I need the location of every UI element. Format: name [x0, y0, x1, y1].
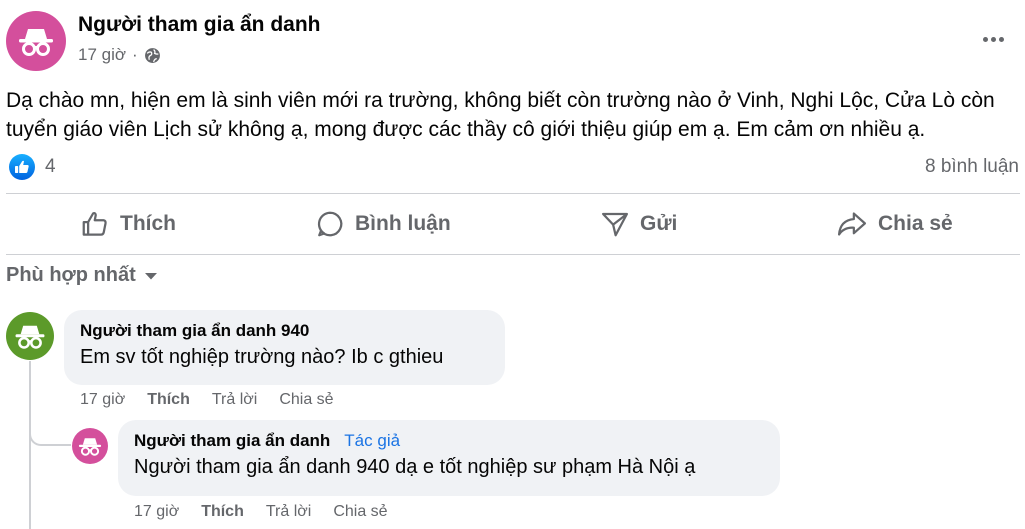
like-label: Thích: [120, 212, 176, 235]
send-label: Gửi: [640, 212, 678, 235]
reaction-count: 4: [45, 156, 56, 177]
comment-reply-button[interactable]: Trả lời: [212, 391, 257, 409]
globe-icon[interactable]: [144, 47, 161, 64]
share-button[interactable]: Chia sẻ: [836, 205, 953, 243]
thumbs-up-icon: [82, 212, 107, 236]
share-icon: [837, 212, 867, 236]
send-icon: [602, 212, 628, 237]
reply-author-line: Người tham gia ẩn danh Tác giả: [134, 431, 764, 451]
reply-like-button[interactable]: Thích: [201, 503, 244, 521]
comment-avatar[interactable]: [6, 312, 54, 360]
anonymous-incognito-icon: [15, 325, 45, 349]
send-button[interactable]: Gửi: [600, 205, 677, 243]
comment-time[interactable]: 17 giờ: [80, 391, 125, 409]
comment-actions: 17 giờ Thích Trả lời Chia sẻ: [80, 391, 334, 409]
more-options-icon[interactable]: [976, 26, 1010, 52]
comment-share-button[interactable]: Chia sẻ: [279, 391, 333, 409]
comment-icon: [317, 211, 343, 237]
comment-like-button[interactable]: Thích: [147, 391, 190, 409]
thread-line: [29, 361, 31, 529]
reply-reply-button[interactable]: Trả lời: [266, 503, 311, 521]
reply-share-button[interactable]: Chia sẻ: [333, 503, 387, 521]
post-meta: 17 giờ ·: [78, 45, 161, 65]
like-reaction-icon: [9, 154, 35, 180]
post-time[interactable]: 17 giờ: [78, 45, 126, 65]
comment-author[interactable]: Người tham gia ẩn danh 940: [80, 321, 489, 341]
caret-down-icon: [144, 272, 157, 279]
post-author-avatar[interactable]: [6, 11, 66, 71]
post-body-text: Dạ chào mn, hiện em là sinh viên mới ra …: [6, 89, 995, 141]
author-badge: Tác giả: [344, 431, 401, 450]
comment-label: Bình luận: [355, 212, 451, 235]
like-button[interactable]: Thích: [80, 205, 176, 243]
divider: [6, 193, 1020, 194]
reply-bubble: Người tham gia ẩn danh Tác giả Người tham…: [118, 420, 780, 496]
comment-sort-dropdown[interactable]: Phù hợp nhất: [6, 264, 158, 287]
comment-count-link[interactable]: 8 bình luận: [925, 156, 1019, 178]
reply-actions: 17 giờ Thích Trả lời Chia sẻ: [134, 503, 388, 521]
anonymous-incognito-icon: [78, 438, 102, 456]
comment-bubble: Người tham gia ẩn danh 940 Em sv tốt ngh…: [64, 310, 505, 385]
anonymous-incognito-icon: [19, 29, 53, 56]
comment-button[interactable]: Bình luận: [315, 205, 451, 243]
reply-text: Người tham gia ẩn danh 940 dạ e tốt nghi…: [134, 456, 696, 478]
reply-avatar[interactable]: [72, 428, 108, 464]
sort-label: Phù hợp nhất: [6, 264, 136, 286]
comment-text: Em sv tốt nghiệp trường nào? Ib c gthieu: [80, 346, 444, 368]
reaction-summary[interactable]: 4: [9, 154, 56, 180]
divider: [6, 254, 1020, 255]
reply-time[interactable]: 17 giờ: [134, 503, 179, 521]
thread-connector: [29, 420, 71, 446]
share-label: Chia sẻ: [878, 212, 953, 235]
reply-author[interactable]: Người tham gia ẩn danh: [134, 431, 330, 450]
post-author-name[interactable]: Người tham gia ẩn danh: [78, 13, 320, 37]
meta-separator: ·: [132, 45, 138, 64]
